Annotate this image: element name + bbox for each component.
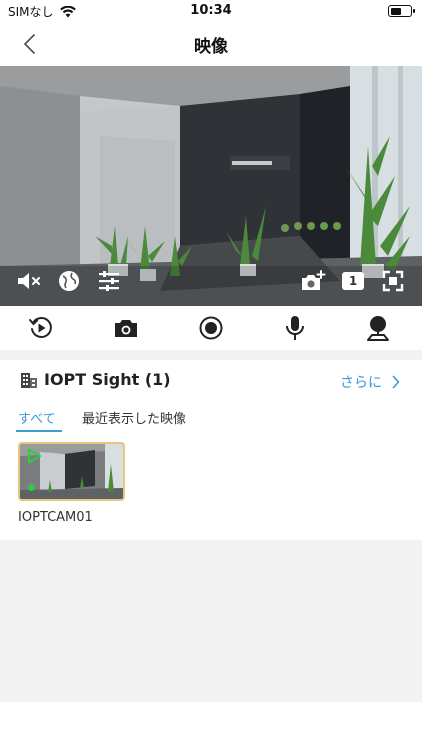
page-title: 映像 <box>194 37 228 57</box>
device-group-card: IOPT Sight (1) さらに すべて 最近表示した映像 IOPTCAM0… <box>0 360 422 540</box>
snapshot-plus-button[interactable] <box>298 266 328 296</box>
empty-area <box>0 540 422 702</box>
more-link[interactable]: さらに <box>340 372 400 392</box>
playback-icon <box>29 316 52 338</box>
control-row <box>0 306 422 350</box>
group-header: IOPT Sight (1) <box>20 370 171 389</box>
battery-fill <box>390 7 401 15</box>
ptz-icon <box>367 316 389 341</box>
globe-button[interactable] <box>54 266 84 296</box>
status-bar: SIMなし 10:34 <box>0 0 422 22</box>
online-status-dot <box>28 484 35 491</box>
playback-button[interactable] <box>25 313 57 343</box>
channel-badge: 1 <box>342 272 364 290</box>
snapshot-plus-icon <box>302 270 326 290</box>
active-tab-indicator <box>16 430 62 432</box>
section-divider <box>0 350 422 360</box>
tab-recent[interactable]: 最近表示した映像 <box>82 408 186 427</box>
nav-bar: 映像 <box>0 22 422 66</box>
camera-icon <box>115 320 137 337</box>
channel-button[interactable]: 1 <box>338 266 368 296</box>
fullscreen-button[interactable] <box>378 266 408 296</box>
building-icon <box>21 372 37 388</box>
battery-icon <box>388 5 415 17</box>
clock: 10:34 <box>190 3 232 18</box>
more-label: さらに <box>340 375 382 391</box>
channel-number: 1 <box>348 274 358 288</box>
play-icon <box>28 448 41 464</box>
ptz-button[interactable] <box>362 313 394 343</box>
record-button[interactable] <box>195 313 227 343</box>
video-view[interactable]: 1 <box>0 66 422 306</box>
chevron-right-icon <box>392 375 400 389</box>
fullscreen-icon <box>382 270 404 292</box>
microphone-icon <box>286 316 304 340</box>
tab-all[interactable]: すべて <box>18 408 56 427</box>
record-icon <box>199 316 223 340</box>
capture-button[interactable] <box>110 313 142 343</box>
talk-button[interactable] <box>279 313 311 343</box>
mute-button[interactable] <box>14 266 44 296</box>
stream-quality-button[interactable] <box>94 266 124 296</box>
mute-icon <box>18 273 40 289</box>
camera-name: IOPTCAM01 <box>18 510 93 525</box>
video-overlay-controls: 1 <box>0 266 422 298</box>
globe-icon <box>59 271 79 291</box>
group-title: IOPT Sight (1) <box>44 370 171 389</box>
camera-thumbnail[interactable] <box>18 442 125 501</box>
stream-quality-icon <box>99 271 119 291</box>
